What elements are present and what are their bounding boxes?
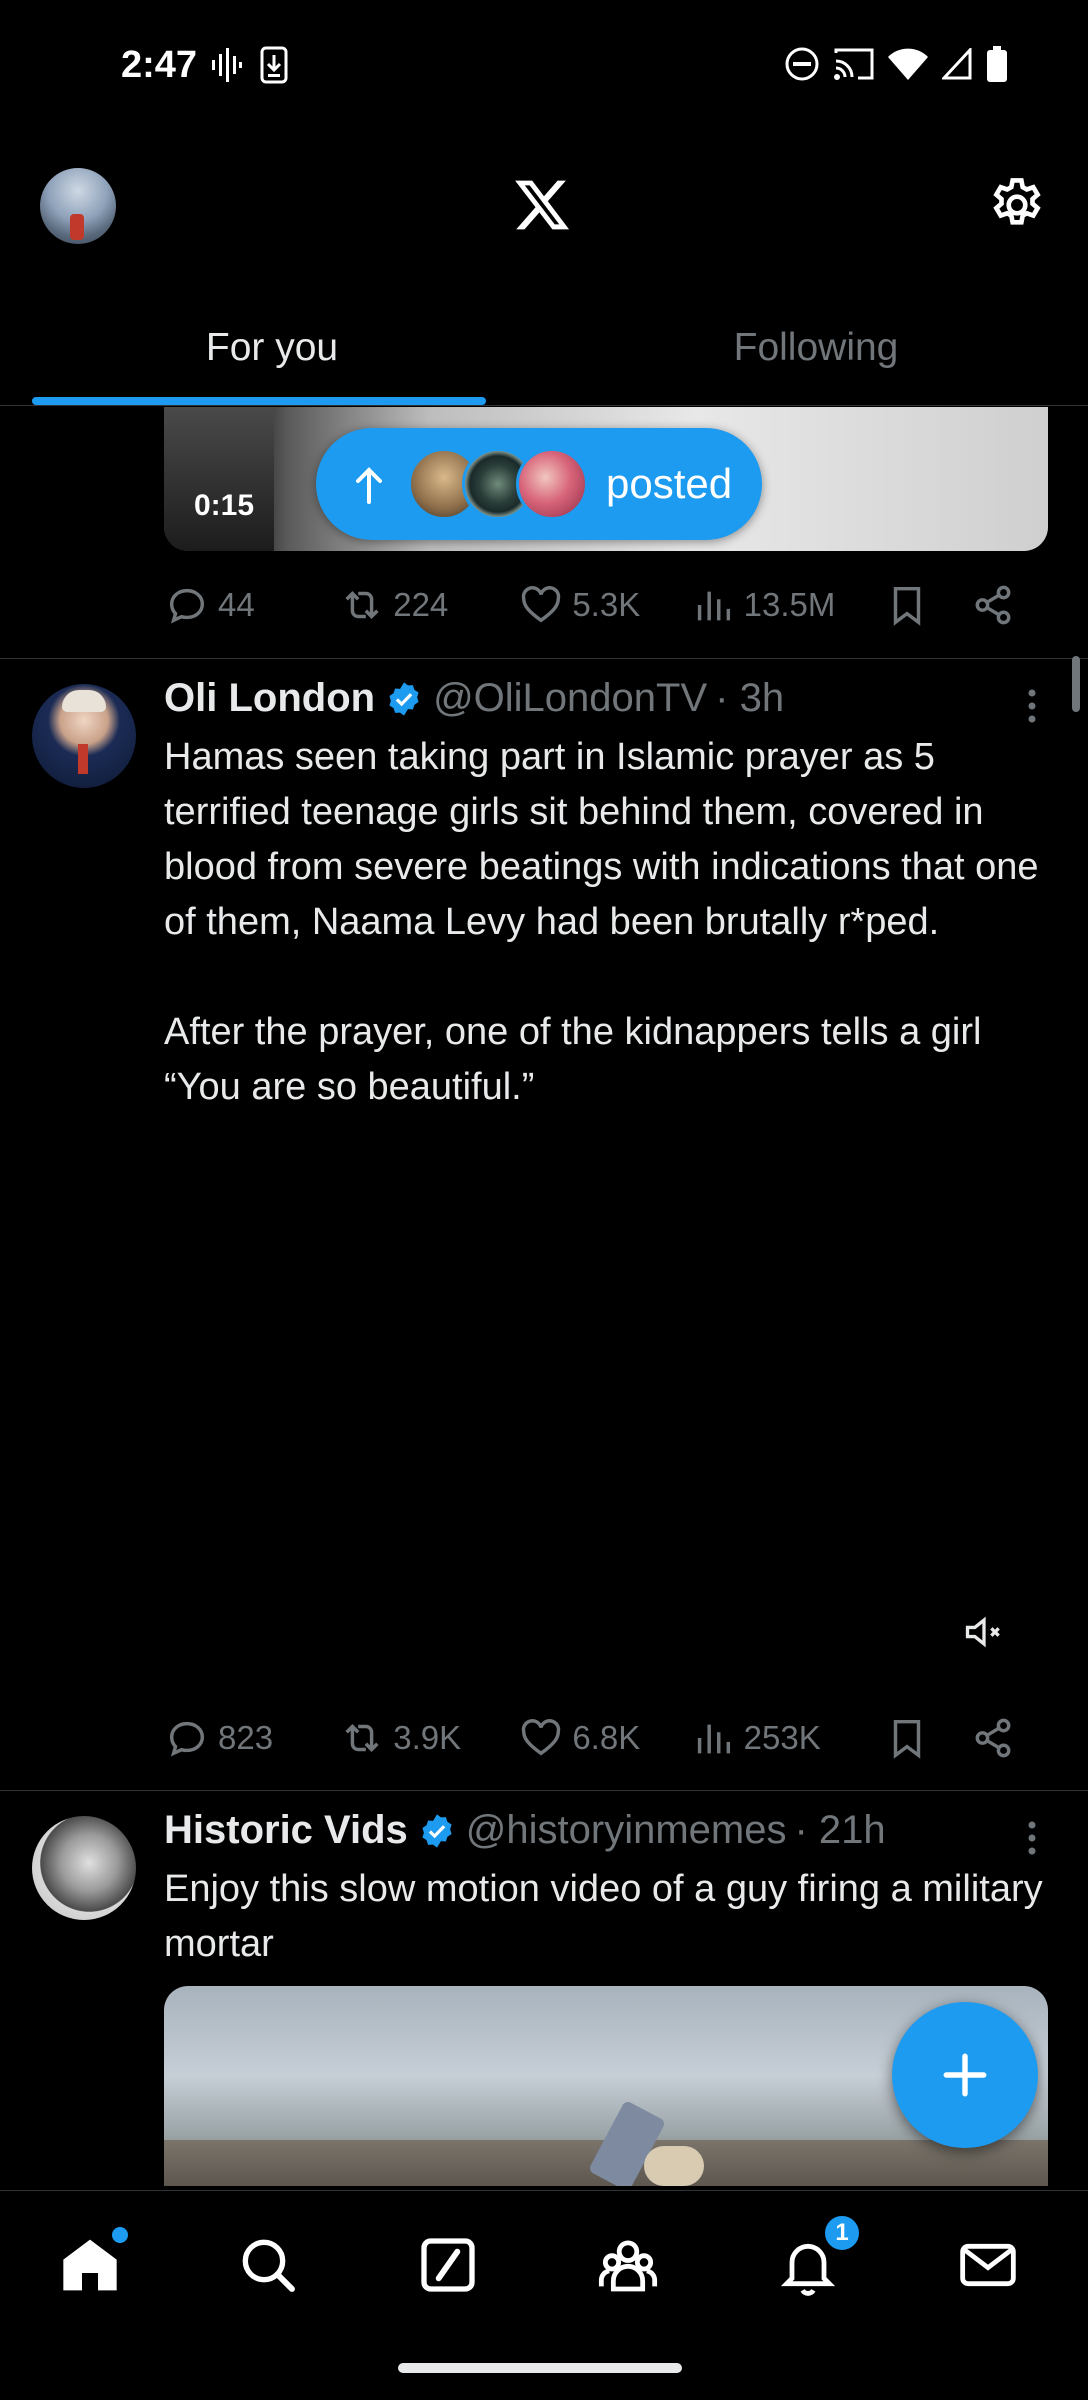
dnd-icon (785, 47, 819, 81)
status-time: 2:47 (121, 44, 198, 86)
author-name[interactable]: Oli London (164, 676, 375, 721)
unread-dot (112, 2227, 128, 2243)
tweet-actions: 44 224 5.3K 13.5M (164, 575, 1024, 635)
grok-icon (421, 2238, 475, 2292)
wifi-icon (888, 48, 928, 80)
home-icon (63, 2239, 117, 2291)
share-icon (975, 585, 1011, 625)
tweet-text: Hamas seen taking part in Islamic prayer… (164, 736, 1039, 1108)
messages-icon (960, 2243, 1016, 2287)
battery-icon (987, 46, 1007, 82)
divider (0, 658, 1088, 659)
tweet-actions: 823 3.9K 6.8K 253K (164, 1708, 1024, 1768)
nav-notifications[interactable]: 1 (776, 2213, 862, 2297)
status-left-icons (210, 46, 288, 84)
compose-button[interactable] (892, 2002, 1038, 2148)
communities-icon (598, 2240, 658, 2292)
profile-avatar[interactable] (40, 168, 116, 244)
bookmark-icon (894, 1719, 921, 1759)
video-duration: 0:15 (194, 489, 255, 522)
status-bar: 2:47 (0, 0, 1088, 130)
bookmark-button[interactable] (884, 1715, 970, 1761)
tweet-time: · 21h (794, 1808, 886, 1852)
author-handle[interactable]: @OliLondonTV (433, 676, 707, 721)
plus-icon (943, 2053, 987, 2097)
arrow-up-icon (356, 467, 382, 504)
tab-label: For you (205, 325, 339, 369)
nav-home[interactable] (58, 2227, 128, 2297)
signal-icon (942, 48, 972, 80)
posted-label: posted (606, 460, 733, 507)
author-handle[interactable]: @historyinmemes (466, 1808, 787, 1853)
download-status-icon (260, 46, 288, 84)
author-name[interactable]: Historic Vids (164, 1808, 408, 1853)
nav-search[interactable] (236, 2233, 300, 2297)
tweet-text: Enjoy this slow motion video of a guy fi… (164, 1868, 1054, 1965)
avatar[interactable] (32, 1816, 136, 1920)
heart-icon (522, 1719, 561, 1756)
tweet-media-video[interactable] (164, 1180, 1048, 1680)
tweet-time: · 3h (715, 676, 785, 720)
share-button[interactable] (970, 582, 1024, 628)
more-options-icon[interactable] (1026, 688, 1038, 724)
reply-button[interactable]: 823 (164, 1715, 339, 1761)
like-button[interactable]: 5.3K (518, 582, 689, 628)
nav-grok[interactable] (416, 2233, 480, 2297)
new-posts-pill[interactable]: posted (316, 428, 762, 540)
search-icon (242, 2239, 295, 2292)
views-button[interactable]: 13.5M (690, 582, 885, 628)
repost-icon (345, 591, 379, 619)
heart-icon (522, 586, 561, 623)
cast-icon (834, 48, 874, 80)
avatar (516, 448, 588, 520)
reply-icon (169, 588, 205, 624)
muted-volume-icon[interactable] (962, 1610, 1006, 1654)
tab-label: Following (733, 325, 899, 369)
active-tab-indicator (32, 397, 486, 405)
gear-icon[interactable] (986, 174, 1048, 236)
tab-for-you[interactable]: For you (0, 290, 544, 405)
views-icon (697, 591, 730, 621)
share-button[interactable] (970, 1715, 1024, 1761)
notifications-badge: 1 (822, 2213, 862, 2253)
home-gesture-bar[interactable] (398, 2363, 682, 2373)
x-logo-icon[interactable] (512, 175, 572, 235)
views-button[interactable]: 253K (690, 1715, 885, 1761)
verified-badge-icon (389, 681, 419, 716)
nav-messages[interactable] (956, 2233, 1020, 2297)
bookmark-icon (894, 586, 921, 626)
tab-following[interactable]: Following (544, 290, 1088, 405)
reply-button[interactable]: 44 (164, 582, 339, 628)
tweet-header: Historic Vids @historyinmemes · 21h (164, 1808, 886, 1853)
top-bar (0, 150, 1088, 260)
avatar[interactable] (32, 684, 136, 788)
pill-avatars (408, 448, 588, 520)
timeline-tabs: For you Following (0, 290, 1088, 406)
status-right-icons (784, 46, 1008, 82)
share-icon (975, 1718, 1011, 1758)
divider (0, 1790, 1088, 1791)
repost-button[interactable]: 224 (339, 582, 518, 628)
views-icon (697, 1724, 730, 1754)
scrollbar-thumb[interactable] (1072, 656, 1080, 712)
more-options-icon[interactable] (1026, 1820, 1038, 1856)
repost-button[interactable]: 3.9K (339, 1715, 518, 1761)
nav-communities[interactable] (596, 2233, 660, 2297)
like-button[interactable]: 6.8K (518, 1715, 689, 1761)
tweet-header: Oli London @OliLondonTV · 3h (164, 676, 784, 721)
reply-icon (169, 1721, 205, 1757)
verified-badge-icon (422, 1813, 452, 1848)
bookmark-button[interactable] (884, 582, 970, 628)
repost-icon (345, 1724, 379, 1752)
voice-activity-icon (212, 48, 242, 82)
